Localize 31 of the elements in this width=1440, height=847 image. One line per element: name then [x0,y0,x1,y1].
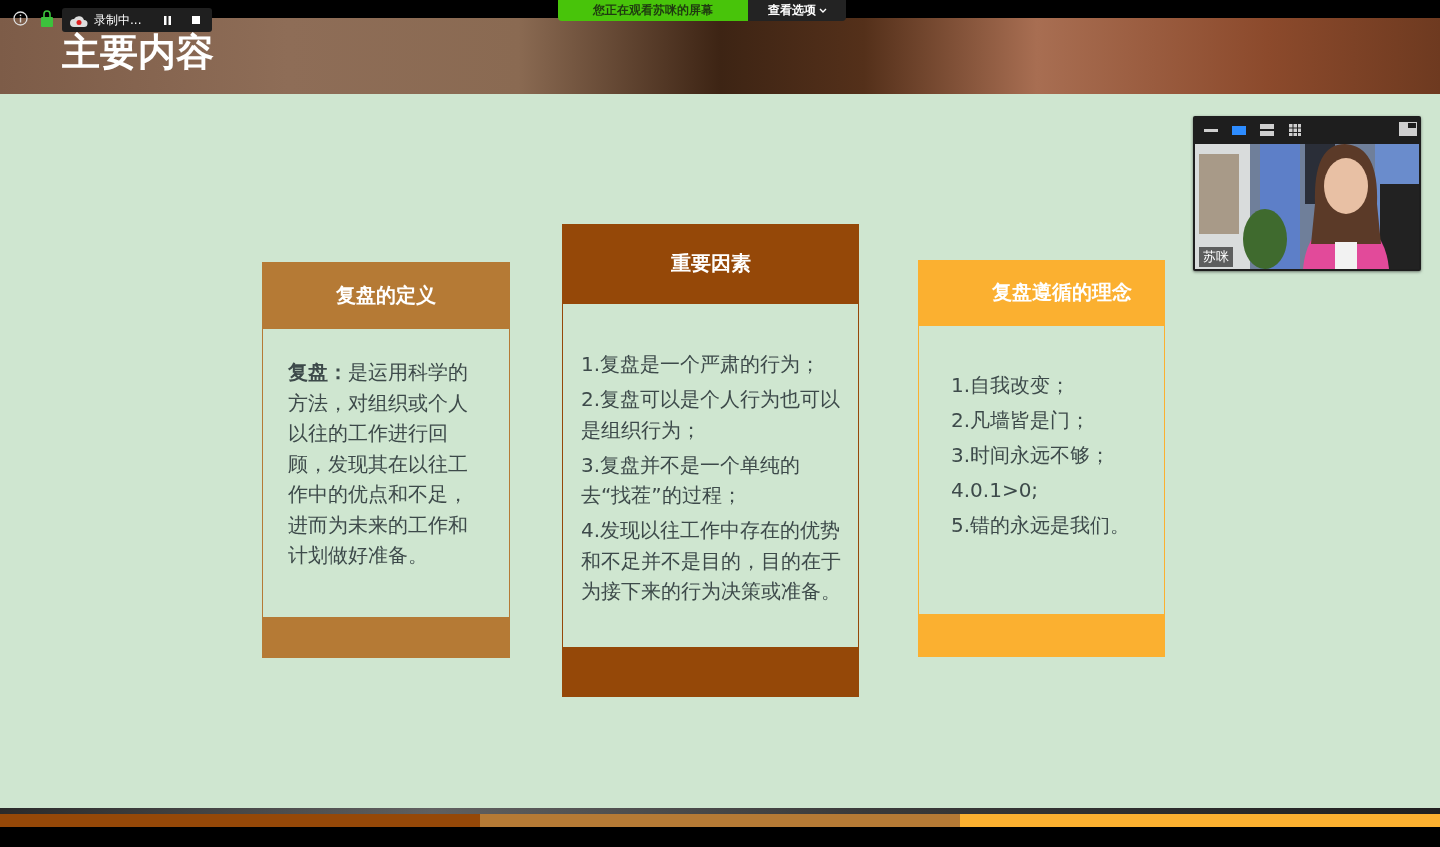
view-mode-button[interactable] [1257,122,1277,138]
lock-icon[interactable] [41,10,53,27]
video-tile[interactable]: 苏咪 [1193,116,1421,271]
list-item: 3.时间永远不够； [951,442,1112,469]
grid-icon [1288,123,1302,137]
slide-title: 主要内容 [62,30,214,74]
pip-icon[interactable] [1399,122,1417,136]
minimize-icon [1204,128,1218,132]
pause-icon[interactable] [163,15,173,25]
speaker-view-icon [1232,125,1246,135]
list-item: 4.0.1>0; [951,477,1040,504]
participant-name: 苏咪 [1199,247,1233,267]
recording-label: 录制中... [94,11,142,29]
card-header: 复盘的定义 [262,262,510,328]
list-item: 2.复盘可以是个人行为也可以是组织行为； [581,386,842,444]
view-options-button[interactable]: 查看选项 [748,0,846,21]
stop-icon[interactable] [192,16,201,24]
list-item: 4.发现以往工作中存在的优势和不足并不是目的，目的在于为接下来的行为决策或准备。 [581,517,842,605]
cloud-record-icon [70,13,88,27]
list-item: 1.自我改变； [951,372,1072,399]
card-header: 复盘遵循的理念 [918,260,1165,325]
screen-share-banner: 您正在观看苏咪的屏幕 [558,0,748,21]
definition-text: 复盘：是运用科学的方法，对组织或个人以往的工作进行回顾，发现其在以往工作中的优点和不足，进而为未来的工作和计划做好准备。 [288,359,469,569]
info-icon[interactable] [13,11,28,26]
list-item: 5.错的永远是我们。 [951,512,1132,539]
list-item: 2.凡墙皆是门； [951,407,1092,434]
strip-view-icon [1260,124,1274,136]
list-item: 3.复盘并不是一个单纯的去“找茬”的过程； [581,451,802,509]
caret-icon [818,7,827,14]
list-item: 1.复盘是一个严肃的行为； [581,351,822,378]
card-header: 重要因素 [562,224,859,303]
